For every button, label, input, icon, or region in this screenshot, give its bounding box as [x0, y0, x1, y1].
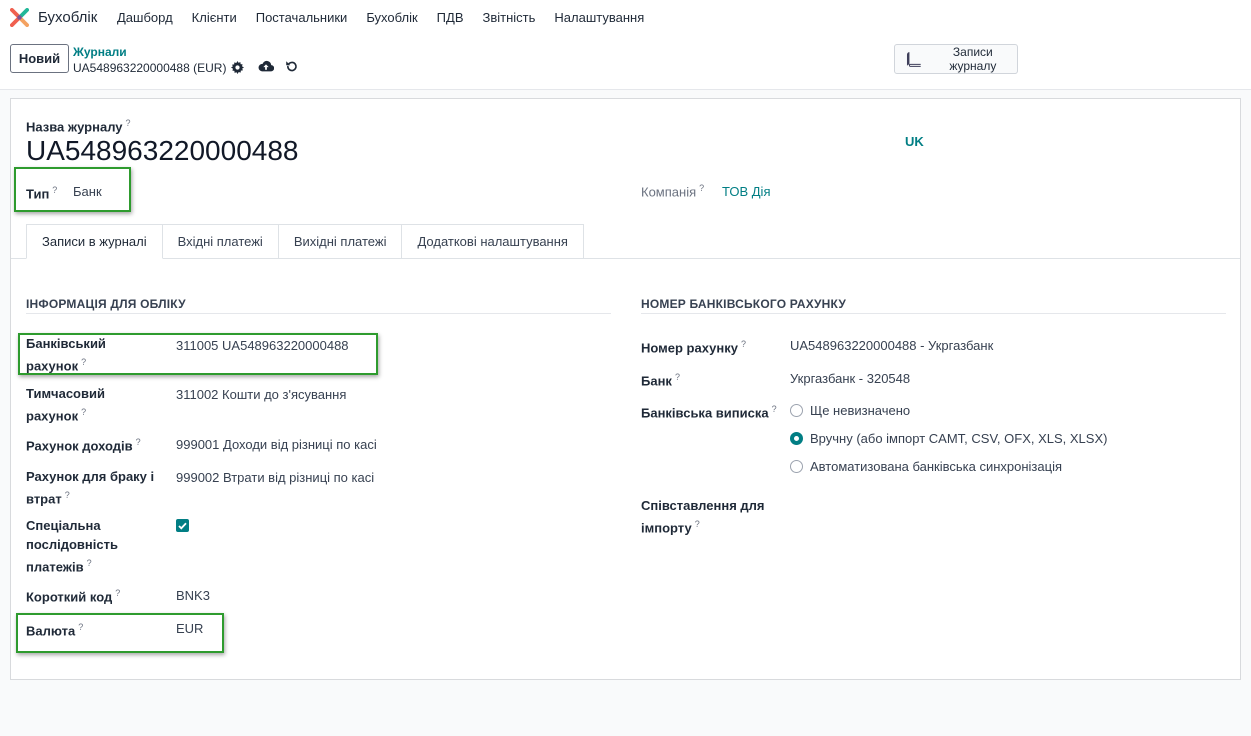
- journal-entries-button[interactable]: Записи журналу: [894, 44, 1018, 74]
- app-logo-icon[interactable]: [10, 8, 29, 27]
- book-icon: [906, 51, 921, 67]
- help-icon[interactable]: ?: [695, 519, 700, 529]
- menu-item-configuration[interactable]: Налаштування: [554, 10, 644, 25]
- bank-field[interactable]: Укргазбанк - 320548: [790, 369, 910, 388]
- form-sheet: Назва журналу? UA548963220000488 UK Тип?…: [10, 98, 1241, 680]
- help-icon[interactable]: ?: [65, 490, 70, 500]
- app-name[interactable]: Бухоблік: [38, 9, 97, 26]
- main-menu: Дашборд Клієнти Постачальники Бухоблік П…: [117, 10, 663, 25]
- short-code-field[interactable]: BNK3: [176, 586, 210, 605]
- menu-item-reporting[interactable]: Звітність: [483, 10, 536, 25]
- bank-account-label: Банківський рахунок?: [26, 336, 106, 374]
- help-icon[interactable]: ?: [136, 437, 141, 447]
- profit-account-label: Рахунок доходів?: [26, 437, 141, 454]
- help-icon[interactable]: ?: [81, 357, 86, 367]
- menu-item-customers[interactable]: Клієнти: [192, 10, 237, 25]
- language-badge[interactable]: UK: [905, 132, 924, 151]
- statement-option-label: Вручну (або імпорт CAMT, CSV, OFX, XLS, …: [810, 431, 1108, 446]
- radio-button[interactable]: [790, 404, 803, 417]
- payment-sequence-checkbox[interactable]: [176, 519, 189, 532]
- help-icon[interactable]: ?: [126, 118, 131, 128]
- section-divider: [641, 313, 1226, 314]
- bank-label: Банк?: [641, 372, 680, 389]
- bank-account-field[interactable]: 311005 UA548963220000488: [176, 336, 349, 355]
- help-icon[interactable]: ?: [772, 404, 777, 414]
- control-panel: Новий Журнали UA548963220000488 (EUR) За…: [0, 36, 1251, 90]
- profit-account-field[interactable]: 999001 Доходи від різниці по касі: [176, 435, 377, 454]
- record-title: UA548963220000488 (EUR): [73, 61, 227, 75]
- new-button[interactable]: Новий: [10, 44, 69, 73]
- help-icon[interactable]: ?: [675, 372, 680, 382]
- bank-section-title: НОМЕР БАНКІВСЬКОГО РАХУНКУ: [641, 297, 847, 311]
- discard-icon[interactable]: [285, 60, 298, 73]
- bank-statement-label: Банківська виписка?: [641, 404, 777, 421]
- radio-button[interactable]: [790, 460, 803, 473]
- checkmark-icon: [178, 522, 187, 530]
- currency-field[interactable]: EUR: [176, 619, 203, 638]
- statement-option-label: Автоматизована банківська синхронізація: [810, 459, 1062, 474]
- tab-journal-entries[interactable]: Записи в журналі: [26, 224, 163, 259]
- help-icon[interactable]: ?: [115, 588, 120, 598]
- journal-name-label: Назва журналу?: [26, 118, 131, 135]
- suspense-account-field[interactable]: 311002 Кошти до з'ясування: [176, 385, 346, 404]
- menu-item-vendors[interactable]: Постачальники: [256, 10, 348, 25]
- company-label: Компанія?: [641, 183, 705, 200]
- account-number-field[interactable]: UA548963220000488 - Укргазбанк: [790, 336, 993, 355]
- top-navbar: Бухоблік Дашборд Клієнти Постачальники Б…: [0, 0, 1251, 36]
- journal-entries-label: Записи журналу: [949, 45, 997, 73]
- suspense-account-label: Тимчасовий рахунок?: [26, 386, 105, 424]
- gear-icon[interactable]: [231, 61, 244, 74]
- type-label: Тип?: [26, 185, 58, 202]
- help-icon[interactable]: ?: [699, 183, 704, 193]
- notebook-tabs: Записи в журналі Вхідні платежі Вихідні …: [26, 224, 584, 259]
- cloud-upload-icon[interactable]: [258, 59, 274, 73]
- type-field[interactable]: Банк: [73, 182, 102, 201]
- help-icon[interactable]: ?: [87, 558, 92, 568]
- tab-outgoing-payments[interactable]: Вихідні платежі: [278, 224, 403, 259]
- radio-button-selected[interactable]: [790, 432, 803, 445]
- accounting-section-title: ІНФОРМАЦІЯ ДЛЯ ОБЛІКУ: [26, 297, 186, 311]
- loss-account-label: Рахунок для браку і втрат?: [26, 469, 155, 507]
- tab-incoming-payments[interactable]: Вхідні платежі: [162, 224, 279, 259]
- statement-option-label: Ще невизначено: [810, 403, 911, 418]
- journal-name-input[interactable]: UA548963220000488: [26, 135, 298, 167]
- menu-item-accounting[interactable]: Бухоблік: [366, 10, 417, 25]
- tab-advanced-settings[interactable]: Додаткові налаштування: [402, 224, 584, 259]
- payment-sequence-label: Спеціальна послідовність платежів?: [26, 518, 118, 575]
- currency-label: Валюта?: [26, 622, 84, 639]
- breadcrumb-journals[interactable]: Журнали: [73, 45, 127, 59]
- menu-item-dashboard[interactable]: Дашборд: [117, 10, 173, 25]
- help-icon[interactable]: ?: [741, 339, 746, 349]
- company-field[interactable]: ТОВ Дія: [722, 182, 770, 201]
- section-divider: [26, 313, 611, 314]
- help-icon[interactable]: ?: [81, 407, 86, 417]
- short-code-label: Короткий код?: [26, 588, 121, 605]
- menu-item-vat[interactable]: ПДВ: [437, 10, 464, 25]
- import-mapping-label: Співставлення для імпорту?: [641, 498, 765, 536]
- loss-account-field[interactable]: 999002 Втрати від різниці по касі: [176, 468, 374, 487]
- help-icon[interactable]: ?: [52, 185, 57, 195]
- account-number-label: Номер рахунку?: [641, 339, 746, 356]
- help-icon[interactable]: ?: [78, 622, 83, 632]
